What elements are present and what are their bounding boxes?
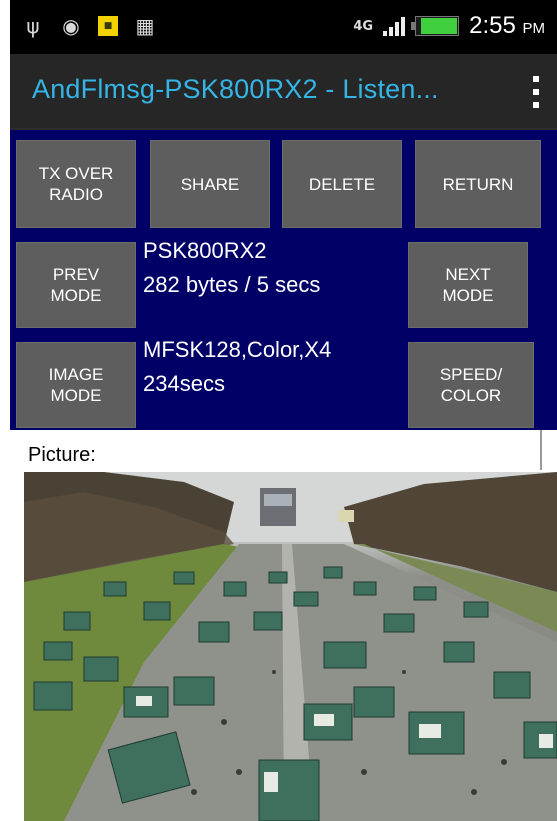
picture-area: Picture: [10,430,557,821]
mode-throughput: 282 bytes / 5 secs [143,272,321,297]
clock: 2:55 PM [469,12,545,39]
mode-info: PSK800RX2 282 bytes / 5 secs [143,234,320,302]
next-mode-button[interactable]: NEXT MODE [408,242,528,328]
divider [540,430,542,470]
notification-icon: ■ [98,16,118,36]
control-panel: TX OVER RADIO SHARE DELETE RETURN PREV M… [10,130,557,430]
picture-label: Picture: [28,444,96,466]
battery-icon [411,16,460,36]
android-debug-icon: ◉ [62,14,80,38]
speed-color-button[interactable]: SPEED/ COLOR [408,342,534,428]
signal-icon [383,16,406,36]
app-title: AndFlmsg-PSK800RX2 - Listen... [32,74,439,104]
overflow-menu-icon[interactable] [527,76,545,108]
tx-over-radio-button[interactable]: TX OVER RADIO [16,140,136,228]
app-screen: ψ ◉ ■ ▦ 4G 2:55 PM AndFlmsg-PSK800RX2 - … [10,0,557,821]
image-info: MFSK128,Color,X4 234secs [143,333,331,401]
calendar-icon: ▦ [135,14,155,38]
system-indicators: 4G 2:55 PM [353,12,545,40]
image-settings: MFSK128,Color,X4 [143,337,332,362]
return-button[interactable]: RETURN [415,140,541,228]
received-image [24,472,557,821]
prev-mode-button[interactable]: PREV MODE [16,242,136,328]
usb-icon: ψ [26,14,40,38]
share-button[interactable]: SHARE [150,140,270,228]
delete-button[interactable]: DELETE [282,140,402,228]
action-bar: AndFlmsg-PSK800RX2 - Listen... [10,54,557,130]
mode-name: PSK800RX2 [143,238,267,263]
image-mode-button[interactable]: IMAGE MODE [16,342,136,428]
image-duration: 234secs [143,371,225,396]
network-type: 4G [353,18,374,34]
notification-icons: ψ ◉ ■ ▦ [22,14,156,38]
status-bar: ψ ◉ ■ ▦ 4G 2:55 PM [10,0,557,54]
